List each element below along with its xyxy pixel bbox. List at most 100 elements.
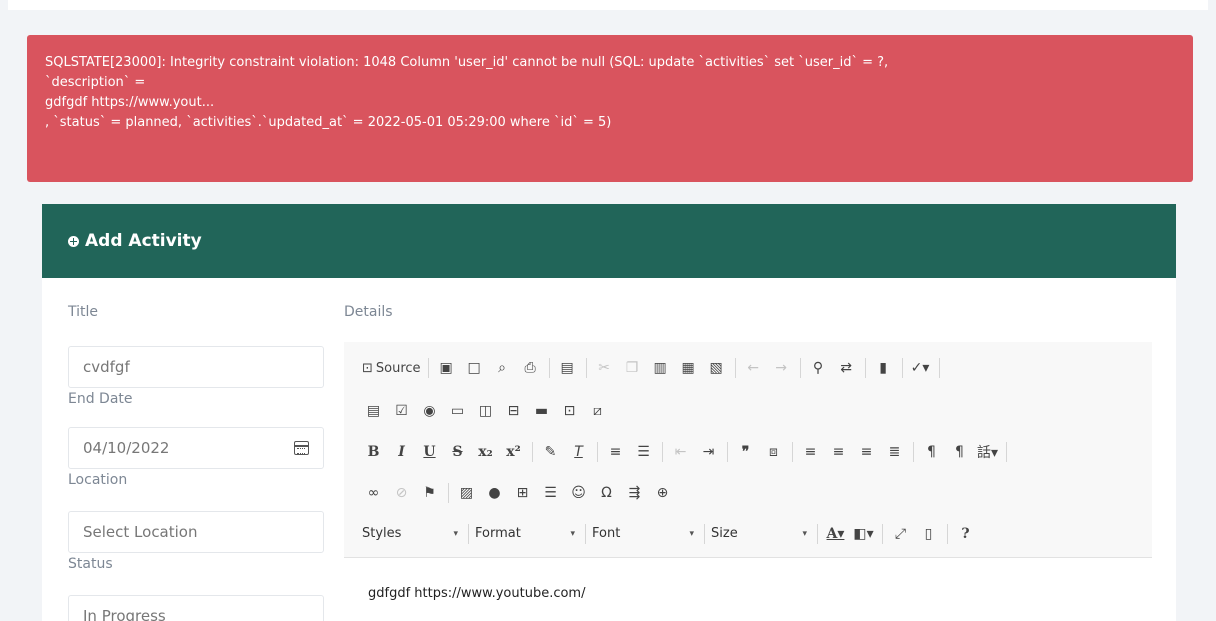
underline-icon[interactable]: U <box>418 441 441 463</box>
toolbar-row-3: B I U S x₂ x² ✎ T ≡ ☰ ⇤ ⇥ ❞ ⧈ ≡ ≡ ≡ ≣ ¶ … <box>344 431 1152 472</box>
ltr-icon[interactable]: ¶ <box>920 441 943 463</box>
select-all-icon[interactable]: ▮ <box>872 357 895 379</box>
status-select[interactable]: In Progress <box>68 595 324 621</box>
templates-icon[interactable]: ▤ <box>556 357 579 379</box>
smiley-icon[interactable]: ☺ <box>567 482 590 504</box>
help-icon[interactable]: ? <box>954 523 977 545</box>
page-break-icon[interactable]: ⇶ <box>623 482 646 504</box>
iframe-icon[interactable]: ⊕ <box>651 482 674 504</box>
location-label: Location <box>68 472 128 488</box>
paste-text-icon[interactable]: ▦ <box>677 357 700 379</box>
unlink-icon[interactable]: ⊘ <box>390 482 413 504</box>
editor-toolbar: ⊡ Source ▣ □ ⌕ ⎙ ▤ ✂ ❐ ▥ ▦ ▧ ← → ⚲ ⇄ ▮ ✓… <box>344 342 1152 558</box>
end-date-label: End Date <box>68 391 133 407</box>
align-left-icon[interactable]: ≡ <box>799 441 822 463</box>
textfield-icon[interactable]: ▭ <box>446 400 469 422</box>
image-button-icon[interactable]: ⊡ <box>558 400 581 422</box>
maximize-icon[interactable]: ⤢ <box>889 523 912 545</box>
spellcheck-icon[interactable]: ✓▾ <box>909 357 932 379</box>
redo-icon[interactable]: → <box>770 357 793 379</box>
toolbar-separator <box>1006 441 1007 462</box>
paste-icon[interactable]: ▥ <box>649 357 672 379</box>
status-label: Status <box>68 556 113 572</box>
font-label: Font <box>592 526 621 541</box>
toolbar-row-4: ∞ ⊘ ⚑ ▨ ● ⊞ ☰ ☺ Ω ⇶ ⊕ <box>344 472 1152 513</box>
special-char-icon[interactable]: Ω <box>595 482 618 504</box>
plus-circle-icon <box>68 236 79 247</box>
print-icon[interactable]: ⎙ <box>519 357 542 379</box>
toolbar-separator <box>585 358 587 378</box>
source-button[interactable]: ⊡ Source <box>362 357 421 379</box>
align-center-icon[interactable]: ≡ <box>827 441 850 463</box>
rtl-icon[interactable]: ¶ <box>948 441 971 463</box>
copy-icon[interactable]: ❐ <box>621 357 644 379</box>
select-icon[interactable]: ⊟ <box>502 400 525 422</box>
cut-icon[interactable]: ✂ <box>593 357 616 379</box>
preview-icon[interactable]: ⌕ <box>491 357 514 379</box>
new-page-icon[interactable]: □ <box>463 357 486 379</box>
div-icon[interactable]: ⧈ <box>762 441 785 463</box>
chevron-down-icon: ▾ <box>802 528 807 539</box>
hidden-field-icon[interactable]: ⧄ <box>586 400 609 422</box>
toolbar-separator <box>448 482 449 503</box>
title-value: cvdfgf <box>83 358 130 376</box>
bulleted-list-icon[interactable]: ☰ <box>632 441 655 463</box>
editor-content[interactable]: gdfgdf https://www.youtube.com/ <box>344 558 1152 601</box>
size-dropdown[interactable]: Size ▾ <box>711 522 815 546</box>
checkbox-icon[interactable]: ☑ <box>390 400 413 422</box>
bold-icon[interactable]: B <box>362 441 385 463</box>
alert-line: gdfgdf https://www.yout... <box>45 95 215 110</box>
indent-icon[interactable]: ⇥ <box>697 441 720 463</box>
card-title: Add Activity <box>85 231 202 251</box>
remove-format-icon[interactable]: T <box>567 441 590 463</box>
title-input[interactable]: cvdfgf <box>68 346 324 388</box>
radio-icon[interactable]: ◉ <box>418 400 441 422</box>
numbered-list-icon[interactable]: ≡ <box>604 441 627 463</box>
blockquote-icon[interactable]: ❞ <box>734 441 757 463</box>
language-icon[interactable]: 話▾ <box>976 441 999 463</box>
subscript-icon[interactable]: x₂ <box>474 441 497 463</box>
format-dropdown[interactable]: Format ▾ <box>475 522 583 546</box>
toolbar-row-1: ⊡ Source ▣ □ ⌕ ⎙ ▤ ✂ ❐ ▥ ▦ ▧ ← → ⚲ ⇄ ▮ ✓… <box>344 342 1152 390</box>
toolbar-separator <box>597 441 598 462</box>
copy-format-icon[interactable]: ✎ <box>539 441 562 463</box>
find-icon[interactable]: ⚲ <box>807 357 830 379</box>
link-icon[interactable]: ∞ <box>362 482 385 504</box>
flash-icon[interactable]: ● <box>483 482 506 504</box>
toolbar-separator <box>864 358 866 378</box>
toolbar-separator <box>662 441 663 462</box>
chevron-down-icon: ▾ <box>570 528 575 539</box>
image-icon[interactable]: ▨ <box>455 482 478 504</box>
save-icon[interactable]: ▣ <box>435 357 458 379</box>
align-right-icon[interactable]: ≡ <box>855 441 878 463</box>
toolbar-separator <box>727 441 728 462</box>
horizontal-line-icon[interactable]: ☰ <box>539 482 562 504</box>
button-icon[interactable]: ▬ <box>530 400 553 422</box>
justify-icon[interactable]: ≣ <box>883 441 906 463</box>
replace-icon[interactable]: ⇄ <box>835 357 858 379</box>
undo-icon[interactable]: ← <box>742 357 765 379</box>
italic-icon[interactable]: I <box>390 441 413 463</box>
show-blocks-icon[interactable]: ▯ <box>917 523 940 545</box>
outdent-icon[interactable]: ⇤ <box>669 441 692 463</box>
size-label: Size <box>711 526 738 541</box>
anchor-icon[interactable]: ⚑ <box>418 482 441 504</box>
styles-dropdown[interactable]: Styles ▾ <box>362 522 466 546</box>
font-dropdown[interactable]: Font ▾ <box>592 522 702 546</box>
form-icon[interactable]: ▤ <box>362 400 385 422</box>
toolbar-separator <box>704 523 705 544</box>
toolbar-separator <box>548 358 550 378</box>
text-color-icon[interactable]: A▾ <box>824 523 847 545</box>
textarea-icon[interactable]: ◫ <box>474 400 497 422</box>
superscript-icon[interactable]: x² <box>502 441 525 463</box>
location-select[interactable]: Select Location <box>68 511 324 553</box>
paste-word-icon[interactable]: ▧ <box>705 357 728 379</box>
title-label: Title <box>68 304 99 320</box>
table-icon[interactable]: ⊞ <box>511 482 534 504</box>
toolbar-separator <box>468 523 469 544</box>
bg-color-icon[interactable]: ◧▾ <box>852 523 875 545</box>
strike-icon[interactable]: S <box>446 441 469 463</box>
toolbar-separator <box>799 358 801 378</box>
end-date-input[interactable]: 04/10/2022 <box>68 427 324 469</box>
calendar-icon[interactable] <box>294 441 309 455</box>
